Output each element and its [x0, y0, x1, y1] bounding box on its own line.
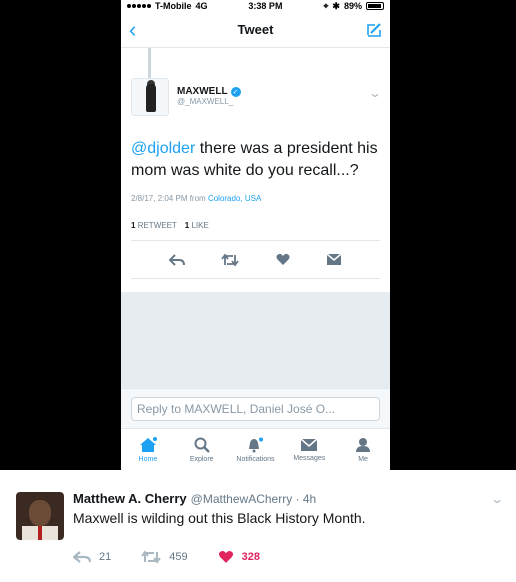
nav-bar: ‹ Tweet	[121, 12, 390, 48]
nav-title: Tweet	[237, 22, 274, 37]
avatar[interactable]	[131, 78, 169, 116]
empty-area	[121, 292, 390, 388]
envelope-icon	[300, 437, 318, 451]
retweet-count: 1	[131, 221, 136, 230]
phone-screenshot: T-Mobile 4G 3:38 PM ⌖ ✱ 89% ‹ Tweet MAXW…	[121, 0, 390, 470]
retweet-label: RETWEET	[137, 221, 177, 230]
embed-actions: 21 459 328	[73, 550, 260, 564]
status-bar: T-Mobile 4G 3:38 PM ⌖ ✱ 89%	[121, 0, 390, 12]
bluetooth-icon: ✱	[332, 0, 340, 11]
battery-icon	[365, 2, 384, 10]
tweet-location[interactable]: Colorado, USA	[208, 194, 261, 203]
tab-home[interactable]: Home	[122, 436, 174, 463]
back-icon[interactable]: ‹	[129, 18, 153, 41]
heart-icon[interactable]	[276, 253, 290, 266]
retweet-icon[interactable]	[221, 253, 240, 267]
embed-reply-button[interactable]: 21	[73, 550, 111, 564]
home-icon	[139, 436, 157, 452]
retweet-icon	[141, 550, 162, 564]
tab-label: Explore	[189, 455, 214, 463]
verified-icon: ✓	[230, 86, 241, 97]
tab-label: Me	[358, 455, 368, 463]
tab-me[interactable]: Me	[337, 437, 389, 463]
like-count: 1	[184, 221, 190, 230]
retweet-count: 459	[169, 551, 188, 563]
embed-author-handle[interactable]: @MatthewACherry · 4h	[191, 492, 317, 506]
reply-icon[interactable]	[169, 253, 186, 267]
mention-link[interactable]: @djolder	[131, 140, 195, 157]
carrier: T-Mobile	[155, 1, 192, 11]
embed-retweet-button[interactable]: 459	[141, 550, 188, 564]
tweet-date: 2/8/17, 2:04 PM from	[131, 194, 206, 203]
tweet-text: @djolder there was a president his mom w…	[131, 138, 380, 182]
tweet-stats: 1 RETWEET 1 LIKE	[131, 221, 380, 241]
dm-icon[interactable]	[326, 253, 342, 266]
reply-bar: Reply to MAXWELL, Daniel José O...	[121, 388, 390, 428]
signal-icon	[127, 4, 151, 8]
tab-label: Home	[138, 455, 158, 463]
retweet-stat[interactable]: 1 RETWEET	[131, 221, 177, 230]
embed-avatar[interactable]	[16, 492, 64, 540]
tab-label: Notifications	[236, 455, 275, 463]
chevron-down-icon[interactable]: ⌄	[490, 492, 504, 506]
battery-percent: 89%	[343, 1, 362, 11]
embed-text: Maxwell is wilding out this Black Histor…	[73, 510, 366, 526]
tab-notifications[interactable]: Notifications	[229, 437, 281, 463]
search-icon	[194, 437, 210, 453]
bell-icon	[249, 437, 264, 452]
embedded-tweet: Matthew A. Cherry @MatthewACherry · 4h ⌄…	[0, 470, 516, 582]
compose-icon[interactable]	[358, 22, 382, 38]
like-count: 328	[241, 551, 260, 563]
thread-line	[148, 48, 151, 78]
location-icon: ⌖	[323, 0, 329, 11]
embed-body: Matthew A. Cherry @MatthewACherry · 4h ⌄…	[73, 491, 504, 526]
clock: 3:38 PM	[248, 1, 283, 11]
tweet-meta: 2/8/17, 2:04 PM from Colorado, USA	[131, 194, 380, 203]
tab-label: Messages	[293, 454, 326, 462]
tab-messages[interactable]: Messages	[283, 437, 335, 462]
tab-explore[interactable]: Explore	[176, 437, 228, 463]
heart-icon	[218, 551, 233, 563]
reply-icon	[73, 551, 91, 563]
author-name[interactable]: MAXWELL	[177, 86, 228, 97]
chevron-down-icon[interactable]: ⌄	[368, 86, 382, 100]
author-handle: @_MAXWELL_	[177, 97, 234, 106]
tweet-author: MAXWELL ✓ @_MAXWELL_ ⌄	[131, 78, 382, 116]
tweet: MAXWELL ✓ @_MAXWELL_ ⌄ @djolder there wa…	[121, 78, 390, 279]
tab-bar: Home Explore Notifications Messages Me	[121, 428, 390, 470]
like-label: LIKE	[191, 221, 209, 230]
person-icon	[356, 437, 371, 452]
like-stat[interactable]: 1 LIKE	[185, 221, 209, 230]
embed-author-name[interactable]: Matthew A. Cherry	[73, 491, 187, 506]
embed-header: Matthew A. Cherry @MatthewACherry · 4h ⌄	[73, 491, 504, 506]
tweet-actions	[131, 241, 380, 279]
network-type: 4G	[195, 1, 208, 11]
reply-input[interactable]: Reply to MAXWELL, Daniel José O...	[131, 397, 380, 421]
reply-count: 21	[99, 551, 112, 563]
embed-like-button[interactable]: 328	[218, 550, 260, 564]
